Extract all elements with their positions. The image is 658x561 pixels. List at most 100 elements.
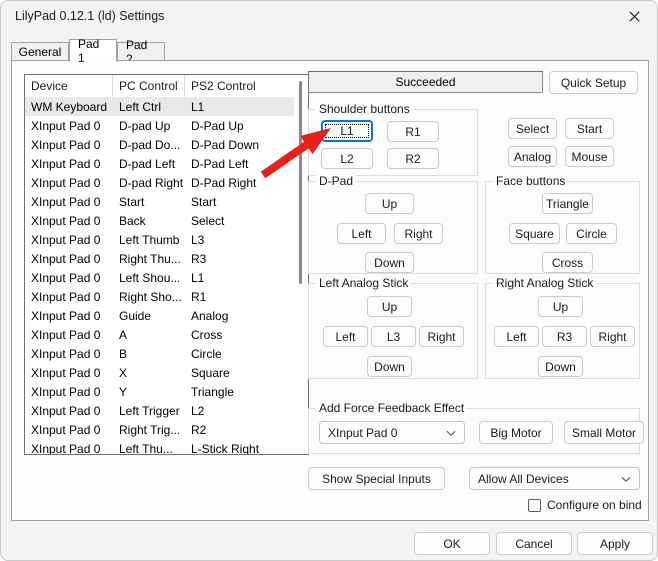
table-row[interactable]: XInput Pad 0 X Square xyxy=(25,363,308,382)
quick-setup-label: Quick Setup xyxy=(560,75,627,90)
binding-list-scrollbar[interactable] xyxy=(294,75,308,454)
binding-row-ps2-control: R3 xyxy=(191,251,207,266)
table-row[interactable]: XInput Pad 0 Right Sho... R1 xyxy=(25,287,308,306)
table-row[interactable]: XInput Pad 0 Left Trigger L2 xyxy=(25,401,308,420)
table-row[interactable]: XInput Pad 0 D-pad Do... D-Pad Down xyxy=(25,135,308,154)
face-buttons-group: Face buttons Triangle Square Circle Cros… xyxy=(485,174,640,274)
dpad-up-label: Up xyxy=(381,196,398,211)
right-stick-up-label: Up xyxy=(552,299,569,314)
tab-general[interactable]: General xyxy=(11,42,69,61)
shoulder-buttons-legend: Shoulder buttons xyxy=(316,102,413,116)
binding-row-device: XInput Pad 0 xyxy=(31,156,101,171)
ok-button[interactable]: OK xyxy=(414,532,490,555)
left-analog-stick-group: Left Analog Stick Up Left L3 Right Down xyxy=(308,276,478,379)
binding-row-ps2-control: D-Pad Up xyxy=(191,118,244,133)
binding-row-pc-control: Left Thumb xyxy=(119,232,180,247)
show-special-inputs-button[interactable]: Show Special Inputs xyxy=(308,467,445,490)
analog-button[interactable]: Analog xyxy=(508,146,557,167)
dpad-down-button[interactable]: Down xyxy=(365,252,414,273)
right-stick-left-label: Left xyxy=(506,329,527,344)
binding-row-ps2-control: Select xyxy=(191,213,225,228)
binding-row-ps2-control: D-Pad Left xyxy=(191,156,249,171)
binding-row-device: XInput Pad 0 xyxy=(31,346,101,361)
table-row[interactable]: XInput Pad 0 Guide Analog xyxy=(25,306,308,325)
left-stick-right-button[interactable]: Right xyxy=(419,326,464,347)
table-row[interactable]: XInput Pad 0 Left Shou... L1 xyxy=(25,268,308,287)
table-row[interactable]: XInput Pad 0 Back Select xyxy=(25,211,308,230)
scrollbar-thumb[interactable] xyxy=(299,81,302,284)
dpad-right-button[interactable]: Right xyxy=(394,223,443,244)
force-feedback-device-select[interactable]: XInput Pad 0 xyxy=(319,421,465,444)
cancel-button[interactable]: Cancel xyxy=(496,532,572,555)
binding-row-pc-control: Right Sho... xyxy=(119,289,182,304)
table-row[interactable]: XInput Pad 0 D-pad Left D-Pad Left xyxy=(25,154,308,173)
right-stick-up-button[interactable]: Up xyxy=(538,296,583,317)
start-button[interactable]: Start xyxy=(565,118,614,139)
configure-on-bind-label: Configure on bind xyxy=(547,498,642,512)
table-row[interactable]: XInput Pad 0 Right Thu... R3 xyxy=(25,249,308,268)
binding-list[interactable]: Device PC Control PS2 Control WM Keyboar… xyxy=(24,74,309,455)
right-stick-r3-button[interactable]: R3 xyxy=(542,326,587,347)
apply-label: Apply xyxy=(599,536,631,551)
column-header-pc-control[interactable]: PC Control xyxy=(113,75,185,97)
pad-1-tab-page: Device PC Control PS2 Control WM Keyboar… xyxy=(11,60,649,521)
apply-button[interactable]: Apply xyxy=(577,532,653,555)
small-motor-button[interactable]: Small Motor xyxy=(564,421,644,444)
close-icon[interactable] xyxy=(612,1,657,32)
big-motor-button[interactable]: Big Motor xyxy=(479,421,553,444)
binding-row-device: XInput Pad 0 xyxy=(31,403,101,418)
configure-on-bind-checkbox[interactable]: Configure on bind xyxy=(528,497,642,513)
shoulder-l2-button[interactable]: L2 xyxy=(321,148,373,169)
binding-row-device: XInput Pad 0 xyxy=(31,327,101,342)
dpad-up-button[interactable]: Up xyxy=(365,193,414,214)
column-header-ps2-control[interactable]: PS2 Control xyxy=(185,75,308,97)
big-motor-label: Big Motor xyxy=(490,425,542,440)
table-row[interactable]: XInput Pad 0 Right Trig... R2 xyxy=(25,420,308,439)
right-analog-stick-group: Right Analog Stick Up Left R3 Right Down xyxy=(485,276,640,379)
right-stick-r3-label: R3 xyxy=(556,329,573,344)
quick-setup-button[interactable]: Quick Setup xyxy=(549,71,638,94)
shoulder-r1-button[interactable]: R1 xyxy=(387,121,439,142)
right-stick-down-label: Down xyxy=(545,359,576,374)
dpad-down-label: Down xyxy=(374,255,405,270)
table-row[interactable]: XInput Pad 0 B Circle xyxy=(25,344,308,363)
table-row[interactable]: XInput Pad 0 Start Start xyxy=(25,192,308,211)
face-cross-button[interactable]: Cross xyxy=(542,252,593,273)
analog-label: Analog xyxy=(513,149,552,164)
table-row[interactable]: WM Keyboard Left Ctrl L1 xyxy=(25,97,308,116)
right-stick-left-button[interactable]: Left xyxy=(494,326,539,347)
mouse-button[interactable]: Mouse xyxy=(565,146,614,167)
right-stick-down-button[interactable]: Down xyxy=(538,356,583,377)
tab-pad-1-label: Pad 1 xyxy=(78,36,100,65)
shoulder-l1-button[interactable]: L1 xyxy=(321,120,373,142)
table-row[interactable]: XInput Pad 0 Left Thumb L3 xyxy=(25,230,308,249)
tab-pad-2[interactable]: Pad 2 xyxy=(117,38,165,66)
face-circle-button[interactable]: Circle xyxy=(566,223,617,244)
tab-pad-1[interactable]: Pad 1 xyxy=(69,36,117,65)
binding-row-ps2-control: Cross xyxy=(191,327,223,342)
dpad-left-button[interactable]: Left xyxy=(337,223,386,244)
face-cross-label: Cross xyxy=(551,255,584,270)
right-stick-right-button[interactable]: Right xyxy=(590,326,635,347)
table-row[interactable]: XInput Pad 0 D-pad Up D-Pad Up xyxy=(25,116,308,135)
device-filter-select[interactable]: Allow All Devices xyxy=(469,467,640,490)
select-button[interactable]: Select xyxy=(508,118,557,139)
chevron-down-icon xyxy=(446,426,456,440)
left-stick-left-button[interactable]: Left xyxy=(323,326,368,347)
left-stick-l3-label: L3 xyxy=(386,329,401,344)
column-header-device[interactable]: Device xyxy=(25,75,113,97)
table-row[interactable]: XInput Pad 0 Left Thu... L-Stick Right xyxy=(25,439,308,455)
face-square-button[interactable]: Square xyxy=(509,223,560,244)
left-stick-up-button[interactable]: Up xyxy=(367,296,412,317)
table-row[interactable]: XInput Pad 0 Y Triangle xyxy=(25,382,308,401)
binding-row-device: XInput Pad 0 xyxy=(31,365,101,380)
left-stick-down-button[interactable]: Down xyxy=(367,356,412,377)
face-triangle-button[interactable]: Triangle xyxy=(542,193,593,214)
table-row[interactable]: XInput Pad 0 A Cross xyxy=(25,325,308,344)
checkbox-box-icon[interactable] xyxy=(528,498,541,512)
table-row[interactable]: XInput Pad 0 D-pad Right D-Pad Right xyxy=(25,173,308,192)
shoulder-r2-button[interactable]: R2 xyxy=(387,148,439,169)
binding-row-pc-control: Right Thu... xyxy=(119,251,181,266)
left-stick-l3-button[interactable]: L3 xyxy=(371,326,416,347)
binding-row-pc-control: D-pad Do... xyxy=(119,137,181,152)
